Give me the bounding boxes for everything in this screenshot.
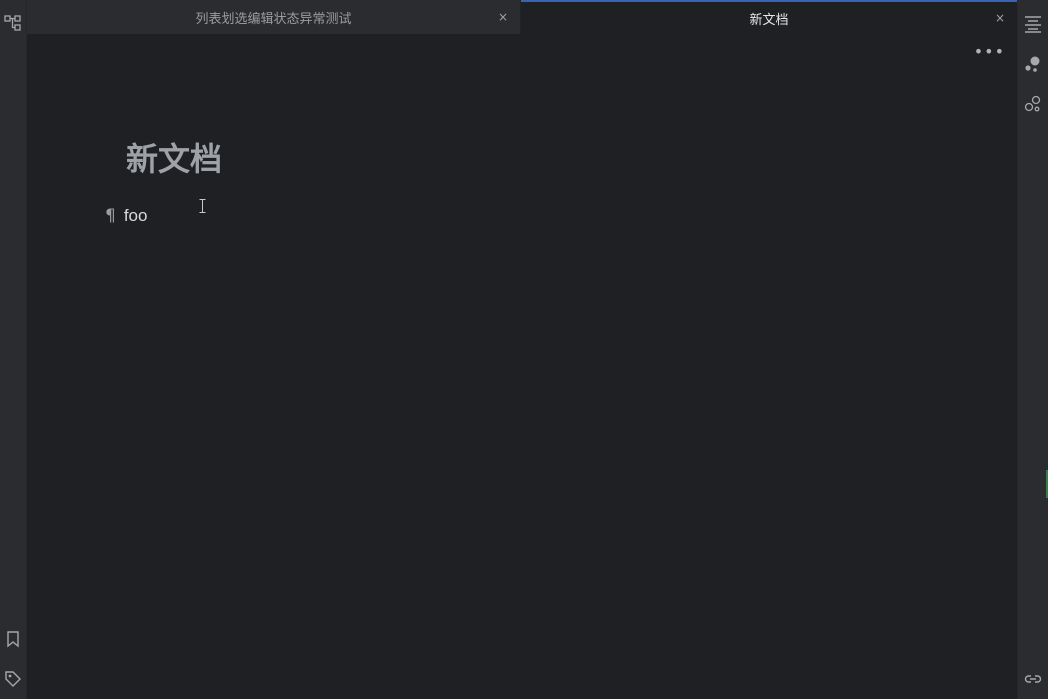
tab-label: 列表划选编辑状态异常测试 xyxy=(195,11,352,27)
close-icon[interactable]: × xyxy=(995,11,1005,25)
tab-list-selection-test[interactable]: 列表划选编辑状态异常测试 × xyxy=(27,0,521,34)
editor-area[interactable]: ••• 新文档 ¶ foo xyxy=(27,34,1017,699)
text-cursor-icon xyxy=(199,198,206,213)
bookmark-icon[interactable] xyxy=(4,630,22,648)
graph-icon[interactable] xyxy=(1024,55,1042,73)
tab-label: 新文档 xyxy=(749,12,789,28)
link-icon[interactable] xyxy=(1024,670,1042,688)
paragraph-text[interactable]: foo xyxy=(124,206,148,226)
outline-list-icon[interactable] xyxy=(1024,15,1042,33)
paragraph-mark-icon[interactable]: ¶ xyxy=(105,206,116,226)
right-sidebar-rail xyxy=(1017,0,1048,699)
tab-new-document[interactable]: 新文档 × xyxy=(521,0,1017,34)
document-title[interactable]: 新文档 xyxy=(126,134,222,180)
outline-tree-icon[interactable] xyxy=(4,14,22,32)
global-graph-icon[interactable] xyxy=(1024,95,1042,113)
left-sidebar-rail xyxy=(0,0,27,699)
close-icon[interactable]: × xyxy=(498,10,508,24)
more-options-icon[interactable]: ••• xyxy=(974,42,1005,61)
paragraph-block[interactable]: ¶ foo xyxy=(105,206,147,226)
tab-bar: 列表划选编辑状态异常测试 × 新文档 × xyxy=(27,0,1017,34)
tag-icon[interactable] xyxy=(4,670,22,688)
